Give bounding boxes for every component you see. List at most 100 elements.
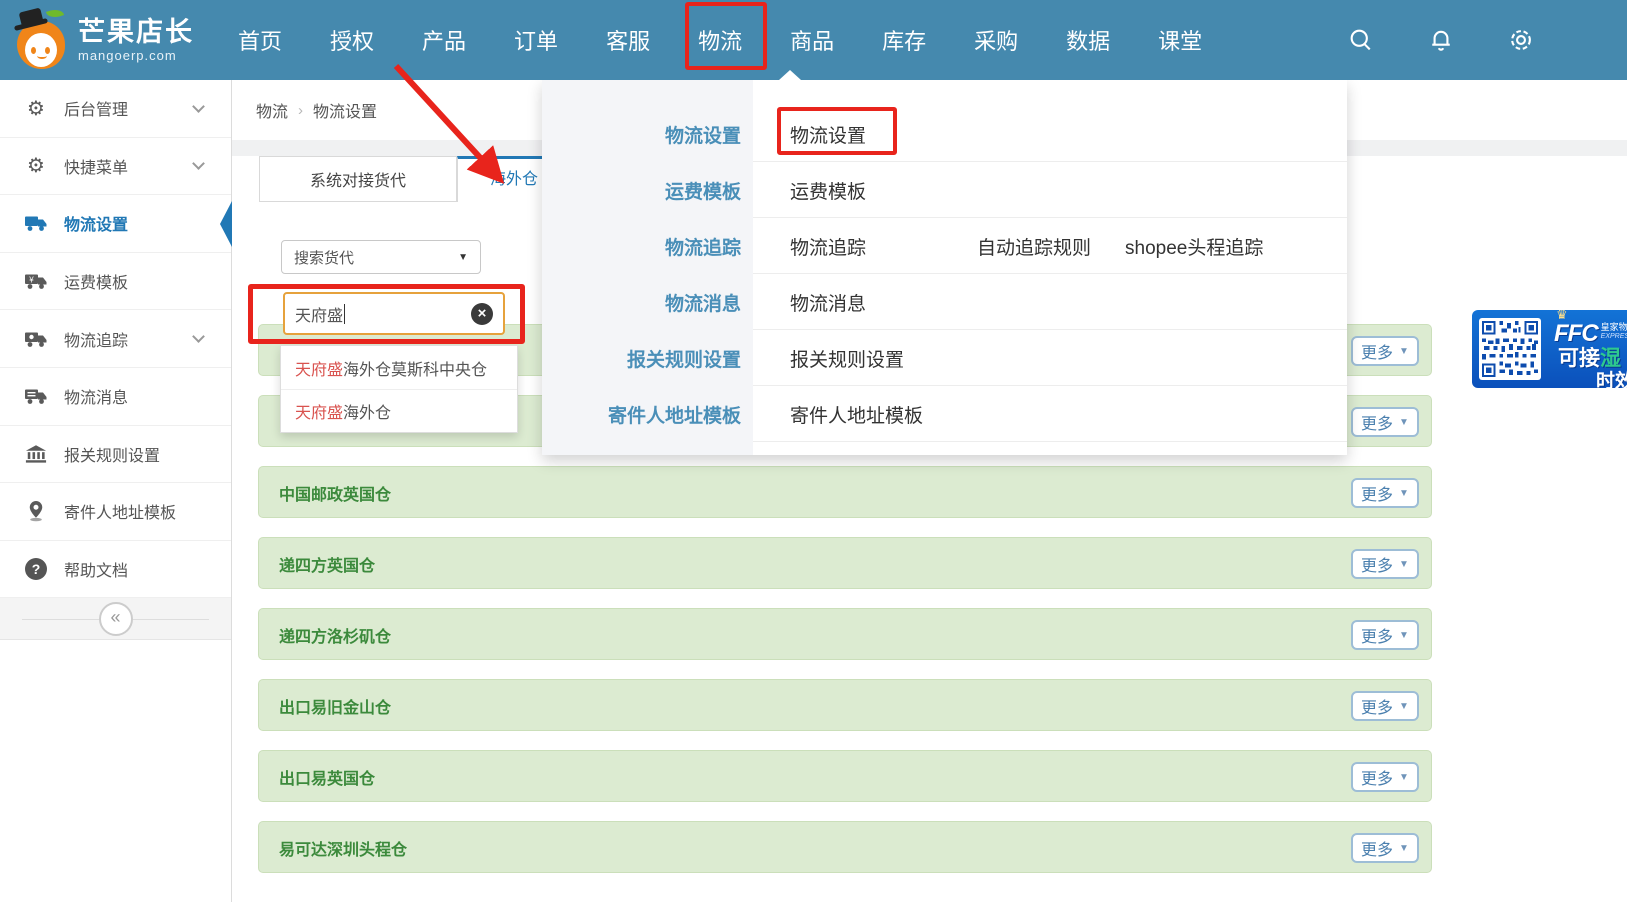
mega-left-freight-template[interactable]: 运费模板 <box>542 162 753 218</box>
suggestion-dropdown: 天府盛海外仓莫斯科中央仓 天府盛海外仓 <box>280 345 518 433</box>
mega-link-customs-rules[interactable]: 报关规则设置 <box>790 330 904 386</box>
caret-down-icon: ▼ <box>1399 488 1409 499</box>
sidebar-item-quick-menu[interactable]: ⚙ 快捷菜单 <box>0 138 231 196</box>
search-icon[interactable] <box>1347 26 1375 54</box>
qr-code <box>1479 318 1541 380</box>
warehouse-row-chukou1-uk: 出口易英国仓 更多▼ <box>258 750 1432 802</box>
clear-input-icon[interactable]: × <box>471 303 493 325</box>
brand-logo[interactable]: 芒果店长 mangoerp.com <box>14 7 229 73</box>
warehouse-row-chukou1-sf: 出口易旧金山仓 更多▼ <box>258 679 1432 731</box>
breadcrumb-parent[interactable]: 物流 <box>256 98 288 122</box>
search-input-value: 天府盛 <box>295 302 343 326</box>
nav-item-product[interactable]: 产品 <box>422 24 466 56</box>
mega-link-shopee-first-leg-tracking[interactable]: shopee头程追踪 <box>1125 218 1263 274</box>
sidebar-collapse-bar: « <box>0 598 231 640</box>
mega-link-auto-tracking-rules[interactable]: 自动追踪规则 <box>977 218 1091 274</box>
app-root: 芒果店长 mangoerp.com 首页 授权 产品 订单 客服 物流 商品 库… <box>0 0 1627 902</box>
brand-name: 芒果店长 <box>78 19 194 46</box>
brand-domain: mangoerp.com <box>78 49 194 62</box>
banner-sub-cn: 皇家物流 <box>1601 323 1627 333</box>
sidebar-item-customs-rules[interactable]: 报关规则设置 <box>0 426 231 484</box>
more-button[interactable]: 更多▼ <box>1351 833 1419 863</box>
nav-item-goods[interactable]: 商品 <box>790 24 834 56</box>
nav-item-auth[interactable]: 授权 <box>330 24 374 56</box>
truck-message-icon <box>24 387 48 405</box>
active-menu-marker <box>220 201 232 247</box>
search-input[interactable]: 天府盛 × <box>283 292 505 335</box>
mango-logo-icon <box>14 9 70 71</box>
more-button[interactable]: 更多▼ <box>1351 691 1419 721</box>
gear-icon: ⚙ <box>24 96 48 121</box>
nav-item-inventory[interactable]: 库存 <box>882 24 926 56</box>
ffc-promo-banner[interactable]: ♛ FFC 皇家物流 EXPRESS 可接湿 时效 <box>1472 310 1627 388</box>
caret-down-icon: ▼ <box>1399 701 1409 712</box>
mega-link-sender-address[interactable]: 寄件人地址模板 <box>790 386 923 442</box>
nav-item-service[interactable]: 客服 <box>606 24 650 56</box>
more-button[interactable]: 更多▼ <box>1351 762 1419 792</box>
mega-left-logistics-settings[interactable]: 物流设置 <box>542 106 753 162</box>
sidebar-item-backend[interactable]: ⚙ 后台管理 <box>0 80 231 138</box>
chevron-down-icon <box>192 330 205 343</box>
breadcrumb-separator: › <box>298 102 303 119</box>
sidebar-item-freight-template[interactable]: ¥ 运费模板 <box>0 253 231 311</box>
caret-down-icon: ▼ <box>458 252 468 263</box>
sidebar-item-sender-address[interactable]: 寄件人地址模板 <box>0 483 231 541</box>
truck-icon <box>24 214 48 232</box>
sidebar-item-logistics-message[interactable]: 物流消息 <box>0 368 231 426</box>
mega-left-sender-address[interactable]: 寄件人地址模板 <box>542 386 753 442</box>
main-menu: 首页 授权 产品 订单 客服 物流 商品 库存 采购 数据 课堂 <box>238 0 1202 80</box>
nav-item-logistics[interactable]: 物流 <box>698 24 742 56</box>
chevron-down-icon <box>192 100 205 113</box>
suggestion-item[interactable]: 天府盛海外仓 <box>281 389 517 432</box>
gear-icon[interactable] <box>1507 26 1535 54</box>
mega-link-logistics-tracking[interactable]: 物流追踪 <box>790 218 866 274</box>
mega-menu-left-column: 物流设置 运费模板 物流追踪 物流消息 报关规则设置 寄件人地址模板 <box>542 80 753 455</box>
dropdown-pointer-caret <box>779 70 801 80</box>
caret-down-icon: ▼ <box>1399 346 1409 357</box>
caret-down-icon: ▼ <box>1399 843 1409 854</box>
mega-left-logistics-tracking[interactable]: 物流追踪 <box>542 218 753 274</box>
text-cursor <box>344 304 345 324</box>
caret-down-icon: ▼ <box>1399 772 1409 783</box>
tab-system-forwarder[interactable]: 系统对接货代 <box>259 156 457 202</box>
nav-item-home[interactable]: 首页 <box>238 24 282 56</box>
help-icon: ? <box>24 558 48 580</box>
nav-item-purchase[interactable]: 采购 <box>974 24 1018 56</box>
sidebar-item-help-docs[interactable]: ? 帮助文档 <box>0 541 231 599</box>
logistics-mega-menu: 物流设置 运费模板 物流追踪 物流消息 报关规则设置 寄件人地址模板 物流设置 … <box>542 80 1347 455</box>
more-button[interactable]: 更多▼ <box>1351 620 1419 650</box>
mega-left-logistics-message[interactable]: 物流消息 <box>542 274 753 330</box>
more-button[interactable]: 更多▼ <box>1351 407 1419 437</box>
more-button[interactable]: 更多▼ <box>1351 478 1419 508</box>
truck-track-icon <box>24 330 48 348</box>
sidebar-item-logistics-tracking[interactable]: 物流追踪 <box>0 310 231 368</box>
sidebar-item-logistics-settings[interactable]: 物流设置 <box>0 195 231 253</box>
chevron-down-icon <box>192 158 205 171</box>
more-button[interactable]: 更多▼ <box>1351 549 1419 579</box>
banner-line2: 时效 <box>1596 366 1627 388</box>
forwarder-select[interactable]: 搜索货代 ▼ <box>281 240 481 274</box>
mega-left-customs-rules[interactable]: 报关规则设置 <box>542 330 753 386</box>
mega-link-logistics-settings[interactable]: 物流设置 <box>790 106 866 162</box>
sidebar-collapse-button[interactable]: « <box>99 602 133 636</box>
warehouse-row-china-post-uk: 中国邮政英国仓 更多▼ <box>258 466 1432 518</box>
caret-down-icon: ▼ <box>1399 559 1409 570</box>
warehouse-row-ekeda-shenzhen: 易可达深圳头程仓 更多▼ <box>258 821 1432 873</box>
suggestion-item[interactable]: 天府盛海外仓莫斯科中央仓 <box>281 346 517 389</box>
nav-item-classroom[interactable]: 课堂 <box>1158 24 1202 56</box>
warehouse-row-4px-la: 递四方洛杉矶仓 更多▼ <box>258 608 1432 660</box>
mega-link-logistics-message[interactable]: 物流消息 <box>790 274 866 330</box>
sidebar: ⚙ 后台管理 ⚙ 快捷菜单 物流设置 ¥ 运费模板 物流追踪 物流消息 报 <box>0 80 232 902</box>
breadcrumb-current: 物流设置 <box>313 98 377 122</box>
svg-text:¥: ¥ <box>28 276 34 285</box>
nav-item-data[interactable]: 数据 <box>1066 24 1110 56</box>
address-pin-icon <box>24 500 48 522</box>
mega-link-freight-template[interactable]: 运费模板 <box>790 162 866 218</box>
customs-bank-icon <box>24 444 48 464</box>
banner-sub-en: EXPRESS <box>1601 333 1627 341</box>
more-button[interactable]: 更多▼ <box>1351 336 1419 366</box>
caret-down-icon: ▼ <box>1399 417 1409 428</box>
bell-icon[interactable] <box>1427 26 1455 54</box>
nav-item-order[interactable]: 订单 <box>514 24 558 56</box>
quick-menu-gear-icon: ⚙ <box>24 153 48 178</box>
